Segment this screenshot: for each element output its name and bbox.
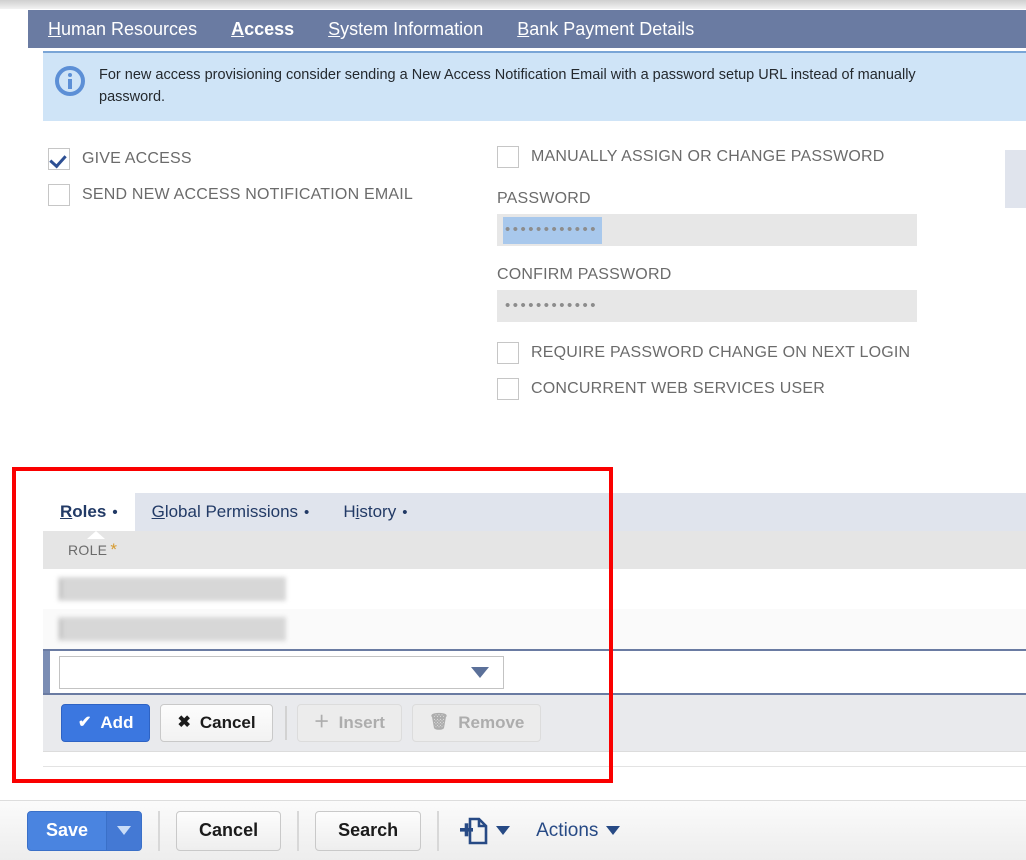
actions-menu-label: Actions — [536, 820, 598, 842]
tab-mnemonic: B — [517, 19, 529, 39]
send-notification-email-label: SEND NEW ACCESS NOTIFICATION EMAIL — [82, 186, 413, 204]
confirm-password-field[interactable]: •••••••••••• — [497, 290, 917, 322]
subtab-mnemonic: R — [60, 502, 72, 521]
password-label: PASSWORD — [497, 190, 917, 208]
save-button-label: Save — [28, 812, 106, 850]
password-field[interactable]: •••••••••••• — [497, 214, 917, 246]
require-password-change-label: REQUIRE PASSWORD CHANGE ON NEXT LOGIN — [531, 344, 910, 362]
chevron-down-icon — [117, 826, 131, 835]
tab-access[interactable]: Access — [231, 18, 294, 40]
checkbox-row-send-notification-email[interactable]: SEND NEW ACCESS NOTIFICATION EMAIL — [48, 184, 413, 206]
subtab-label-rest: story — [359, 502, 396, 521]
column-header-role: ROLE — [68, 542, 107, 558]
checkbox-row-require-password-change[interactable]: REQUIRE PASSWORD CHANGE ON NEXT LOGIN — [497, 342, 917, 364]
cancel-grid-button[interactable]: ✖ Cancel — [160, 704, 272, 742]
info-banner-text: For new access provisioning consider sen… — [99, 65, 1026, 109]
button-separator — [285, 706, 287, 740]
password-options-column: MANUALLY ASSIGN OR CHANGE PASSWORD PASSW… — [497, 146, 917, 414]
password-value: •••••••••••• — [503, 217, 602, 244]
table-row[interactable] — [43, 609, 1026, 649]
right-edge-panel-fragment — [1005, 150, 1026, 208]
chevron-down-icon — [471, 667, 489, 678]
subtab-label-rest: oles — [72, 502, 106, 521]
role-value-redacted — [58, 617, 286, 641]
tab-human-resources[interactable]: Human Resources — [48, 18, 197, 40]
edit-row-accent-bar — [43, 651, 50, 693]
require-password-change-checkbox[interactable] — [497, 342, 519, 364]
tab-system-information[interactable]: System Information — [328, 18, 483, 40]
manually-assign-password-label: MANUALLY ASSIGN OR CHANGE PASSWORD — [531, 148, 885, 166]
checkbox-row-manually-assign-password[interactable]: MANUALLY ASSIGN OR CHANGE PASSWORD — [497, 146, 917, 168]
close-icon: ✖ — [177, 715, 190, 731]
tab-mnemonic: A — [231, 19, 244, 39]
subtab-global-permissions[interactable]: Global Permissions • — [135, 493, 327, 531]
insert-button-label: Insert — [339, 713, 385, 733]
give-access-label: GIVE ACCESS — [82, 150, 192, 168]
info-banner: For new access provisioning consider sen… — [43, 51, 1026, 121]
roles-panel-footer — [43, 752, 1026, 767]
remove-button-label: Remove — [458, 713, 524, 733]
toolbar-separator — [437, 811, 439, 851]
toolbar-separator — [158, 811, 160, 851]
table-row[interactable] — [43, 569, 1026, 609]
info-circle-icon — [55, 66, 85, 96]
active-subtab-pointer — [87, 531, 105, 539]
actions-menu[interactable]: Actions — [536, 820, 620, 842]
subtab-history[interactable]: History • — [326, 493, 424, 531]
subtab-mnemonic: G — [152, 502, 165, 521]
insert-button: ＋ Insert — [297, 704, 402, 742]
tab-label-rest: ystem Information — [340, 19, 483, 39]
trash-icon: 🗑 — [429, 715, 449, 731]
checkbox-row-concurrent-web-services-user[interactable]: CONCURRENT WEB SERVICES USER — [497, 378, 917, 400]
give-access-checkbox[interactable] — [48, 148, 70, 170]
subtab-label-rest: lobal Permissions — [165, 502, 298, 521]
roles-panel: Roles • Global Permissions • History • R… — [43, 493, 1026, 767]
remove-button: 🗑 Remove — [412, 704, 541, 742]
new-document-icon — [459, 815, 489, 847]
main-tab-bar: Human Resources Access System Informatio… — [28, 10, 1026, 48]
tab-bank-payment-details[interactable]: Bank Payment Details — [517, 18, 694, 40]
subtab-bullet: • — [112, 504, 117, 521]
chevron-down-icon — [496, 826, 510, 835]
tab-label-rest: uman Resources — [61, 19, 197, 39]
check-icon: ✔ — [78, 715, 91, 731]
subtab-roles[interactable]: Roles • — [43, 493, 135, 531]
subtab-bullet: • — [304, 504, 309, 521]
add-button[interactable]: ✔ Add — [61, 704, 150, 742]
checkbox-row-give-access[interactable]: GIVE ACCESS — [48, 148, 413, 170]
cancel-button[interactable]: Cancel — [176, 811, 281, 851]
cancel-grid-button-label: Cancel — [200, 713, 256, 733]
search-button[interactable]: Search — [315, 811, 421, 851]
role-value-redacted — [58, 577, 286, 601]
plus-icon: ＋ — [314, 715, 330, 731]
manually-assign-password-checkbox[interactable] — [497, 146, 519, 168]
confirm-password-value: •••••••••••• — [503, 293, 602, 320]
save-button[interactable]: Save — [27, 811, 142, 851]
tab-label-rest: ank Payment Details — [529, 19, 694, 39]
bottom-toolbar: Save Cancel Search Actions — [0, 800, 1026, 860]
tab-mnemonic: S — [328, 19, 340, 39]
role-edit-row[interactable] — [43, 649, 1026, 695]
window-chrome-strip — [0, 0, 1026, 9]
send-notification-email-checkbox[interactable] — [48, 184, 70, 206]
roles-table-header: ROLE * — [43, 531, 1026, 569]
concurrent-web-services-user-checkbox[interactable] — [497, 378, 519, 400]
confirm-password-label: CONFIRM PASSWORD — [497, 266, 917, 284]
grid-button-row: ✔ Add ✖ Cancel ＋ Insert 🗑 Remove — [43, 695, 1026, 752]
new-document-control[interactable] — [459, 815, 510, 847]
chevron-down-icon — [606, 826, 620, 835]
tab-label-rest: ccess — [244, 19, 294, 39]
required-asterisk: * — [110, 540, 117, 560]
save-dropdown-toggle[interactable] — [106, 812, 141, 850]
access-options-column: GIVE ACCESS SEND NEW ACCESS NOTIFICATION… — [48, 148, 413, 220]
toolbar-separator — [297, 811, 299, 851]
role-select-dropdown[interactable] — [59, 656, 504, 689]
concurrent-web-services-user-label: CONCURRENT WEB SERVICES USER — [531, 380, 825, 398]
subtab-bullet: • — [402, 504, 407, 521]
roles-subtab-bar: Roles • Global Permissions • History • — [43, 493, 1026, 531]
add-button-label: Add — [100, 713, 133, 733]
tab-mnemonic: H — [48, 19, 61, 39]
